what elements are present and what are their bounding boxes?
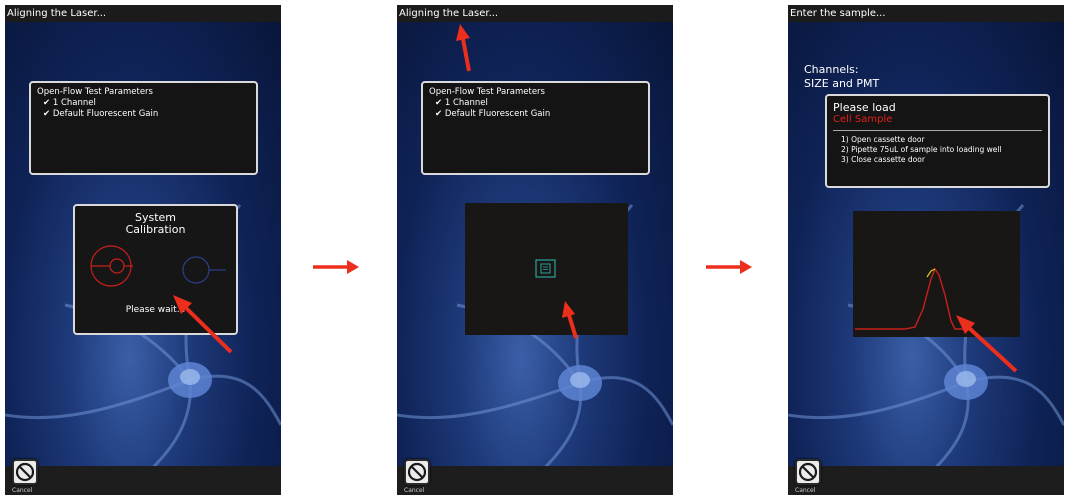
cancel-icon	[15, 462, 35, 482]
laser-target-icon	[90, 245, 133, 287]
cancel-label: Cancel	[12, 487, 33, 494]
cancel-button[interactable]	[795, 459, 821, 485]
alignment-target-icon	[535, 259, 556, 278]
next-step-arrow	[313, 260, 359, 274]
cancel-icon	[798, 462, 818, 482]
calibration-title: System Calibration	[125, 211, 186, 236]
cancel-label: Cancel	[404, 487, 425, 494]
screen-laser-alignment: Aligning the Laser... Open-Flow Test Par…	[397, 5, 673, 495]
signal-curve	[855, 267, 963, 330]
instruction-step: 3) Close cassette door	[841, 155, 925, 164]
test-parameters-panel: Open-Flow Test Parameters ✔ 1 Channel ✔ …	[421, 81, 650, 175]
screen-enter-sample: Enter the sample... Channels: SIZE and P…	[788, 5, 1064, 495]
check-icon: ✔	[435, 98, 443, 108]
cancel-label: Cancel	[795, 487, 816, 494]
check-icon: ✔	[43, 109, 51, 119]
cancel-button[interactable]	[404, 459, 430, 485]
divider	[833, 130, 1042, 131]
instruction-step: 2) Pipette 75uL of sample into loading w…	[841, 145, 1002, 154]
check-icon: ✔	[435, 109, 443, 119]
instruction-step: 1) Open cassette door	[841, 135, 925, 144]
param-item: ✔ Default Fluorescent Gain	[435, 109, 551, 119]
load-title: Please load	[833, 101, 896, 114]
bottom-bar	[397, 466, 673, 495]
cancel-button[interactable]	[12, 459, 38, 485]
cancel-icon	[407, 462, 427, 482]
param-item: ✔ 1 Channel	[435, 98, 488, 108]
laser-scan-panel	[465, 203, 628, 335]
screen-calibration: Aligning the Laser... Open-Flow Test Par…	[5, 5, 281, 495]
param-item: ✔ Default Fluorescent Gain	[43, 109, 159, 119]
system-calibration-dialog: System Calibration Please wait...	[73, 204, 238, 335]
next-step-arrow	[706, 260, 752, 274]
params-heading: Open-Flow Test Parameters	[37, 87, 153, 97]
load-sample-dialog: Please load Cell Sample 1) Open cassette…	[825, 94, 1050, 188]
signal-graph-panel	[853, 211, 1020, 337]
bottom-bar	[788, 466, 1064, 495]
title-bar: Aligning the Laser...	[397, 5, 673, 22]
calibration-status: Please wait...	[125, 305, 186, 315]
bottom-bar	[5, 466, 281, 495]
params-heading: Open-Flow Test Parameters	[429, 87, 545, 97]
sample-type: Cell Sample	[833, 114, 893, 125]
test-parameters-panel: Open-Flow Test Parameters ✔ 1 Channel ✔ …	[29, 81, 258, 175]
channels-label: Channels: SIZE and PMT	[804, 63, 880, 90]
check-icon: ✔	[43, 98, 51, 108]
title-bar: Enter the sample...	[788, 5, 1064, 22]
detector-target-icon	[182, 256, 226, 284]
calibration-progress-icons	[90, 245, 226, 287]
title-bar: Aligning the Laser...	[5, 5, 281, 22]
param-item: ✔ 1 Channel	[43, 98, 96, 108]
